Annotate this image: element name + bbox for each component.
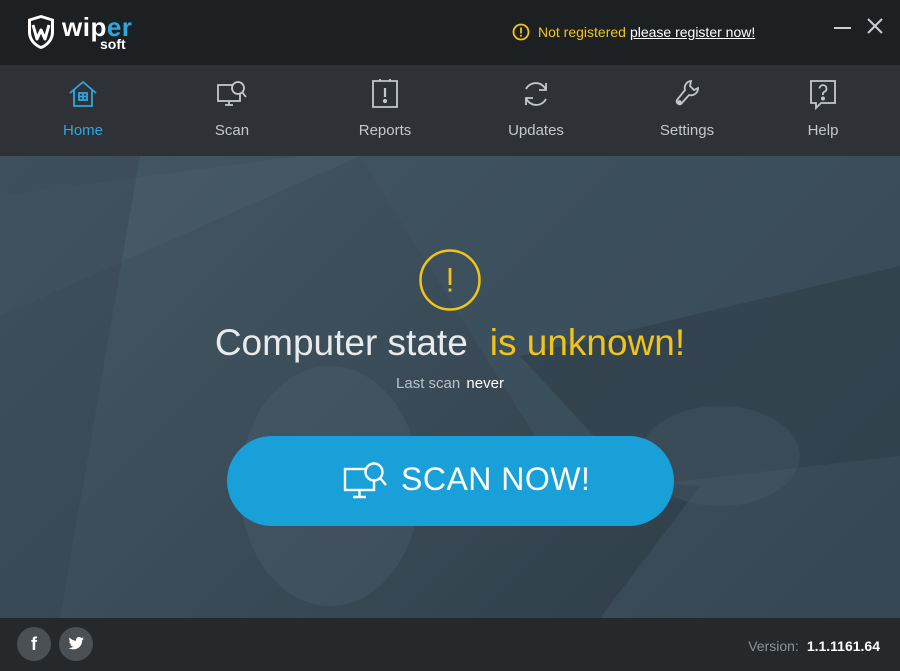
facebook-icon: f	[31, 634, 37, 654]
nav-label-help: Help	[807, 122, 839, 139]
register-link[interactable]: please register now!	[630, 24, 755, 40]
updates-icon	[525, 82, 547, 106]
nav-item-help[interactable]: Help	[763, 65, 883, 156]
nav-label-reports: Reports	[358, 122, 412, 139]
footer-bar: f Version: 1.1.1161.64	[0, 618, 900, 671]
nav-item-home[interactable]: Home	[23, 65, 143, 156]
scan-icon	[343, 462, 387, 499]
warning-icon	[512, 23, 530, 41]
twitter-icon	[68, 637, 84, 650]
registration-status-text: Not registered	[538, 24, 626, 40]
version-label: Version:	[748, 638, 799, 654]
state-status: is unknown!	[489, 322, 686, 363]
title-bar: wiper soft Not registered please registe…	[0, 0, 900, 65]
nav-label-settings: Settings	[659, 122, 715, 139]
scan-now-button[interactable]: SCAN NOW!	[227, 436, 674, 526]
nav-label-updates: Updates	[508, 122, 564, 139]
version-info: Version: 1.1.1161.64	[748, 638, 880, 654]
warning-circle-icon	[419, 249, 481, 311]
registration-status: Not registered please register now!	[512, 22, 755, 42]
computer-state-heading: Computer state is unknown!	[0, 322, 900, 364]
nav-label-home: Home	[62, 122, 103, 139]
twitter-button[interactable]	[59, 627, 93, 661]
main-nav: Home Scan Reports Updates Settings Help	[0, 65, 900, 156]
nav-label-scan: Scan	[214, 122, 250, 139]
main-panel: Computer state is unknown! Last scan neve…	[0, 156, 900, 618]
nav-item-scan[interactable]: Scan	[172, 65, 292, 156]
nav-item-updates[interactable]: Updates	[476, 65, 596, 156]
state-prefix: Computer state	[214, 322, 468, 363]
nav-item-reports[interactable]: Reports	[325, 65, 445, 156]
app-logo: wiper soft	[26, 12, 136, 52]
last-scan-value: never	[466, 375, 504, 392]
help-icon	[810, 80, 836, 110]
logo-subtext: soft	[100, 36, 126, 52]
minimize-icon[interactable]	[831, 14, 855, 38]
last-scan-label: Last scan	[396, 375, 461, 392]
last-scan-info: Last scan never	[0, 375, 900, 392]
settings-icon	[675, 79, 699, 106]
scan-now-label: SCAN NOW!	[401, 461, 591, 497]
scan-icon	[217, 81, 247, 106]
nav-item-settings[interactable]: Settings	[627, 65, 747, 156]
shield-logo-icon	[28, 15, 54, 49]
version-number: 1.1.1161.64	[806, 638, 880, 654]
close-icon[interactable]	[863, 14, 887, 38]
reports-icon	[372, 79, 398, 108]
home-icon	[69, 80, 97, 107]
facebook-button[interactable]: f	[17, 627, 51, 661]
